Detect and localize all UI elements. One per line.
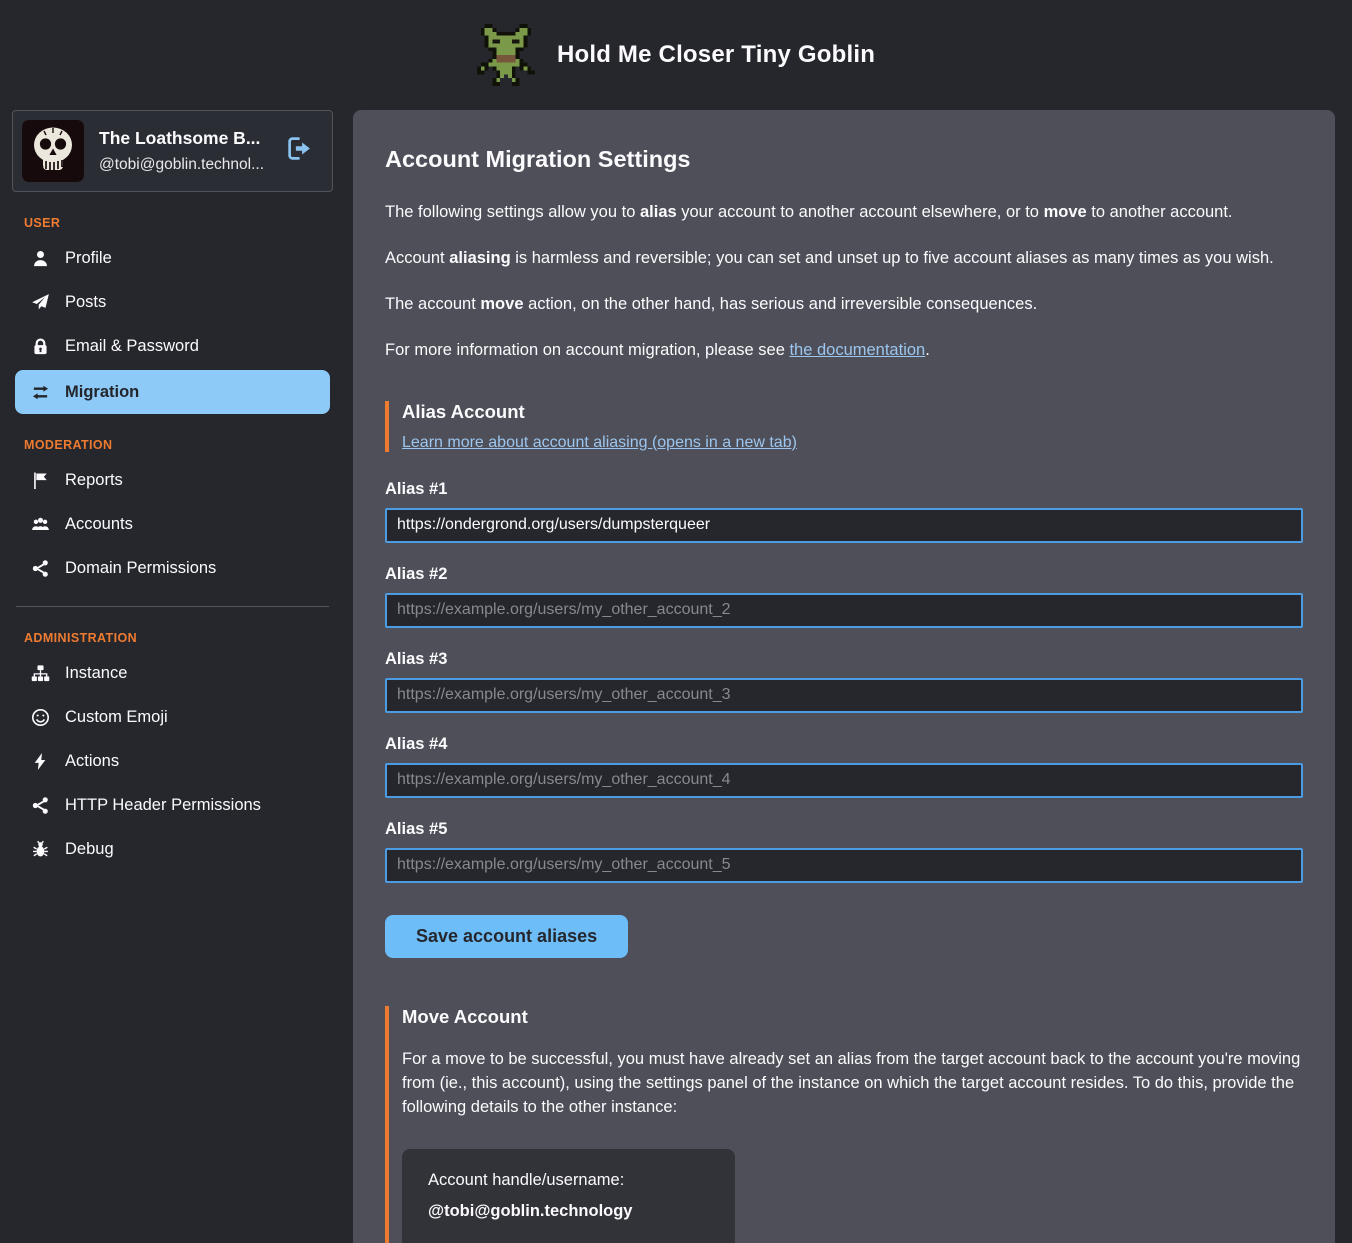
profile-display-name: The Loathsome B... bbox=[99, 128, 264, 149]
nav-item-label: Accounts bbox=[65, 515, 133, 534]
share-nodes-icon bbox=[30, 795, 50, 815]
app-title: Hold Me Closer Tiny Goblin bbox=[557, 41, 875, 69]
skull-avatar bbox=[22, 120, 84, 182]
bug-icon bbox=[30, 839, 50, 859]
sidebar-item-debug[interactable]: Debug bbox=[0, 827, 345, 871]
goblin-logo-icon bbox=[477, 24, 535, 86]
nav-item-label: Reports bbox=[65, 471, 123, 490]
nav-item-label: Debug bbox=[65, 840, 114, 859]
nav-item-label: Instance bbox=[65, 664, 127, 683]
nav-item-label: Domain Permissions bbox=[65, 559, 216, 578]
sidebar-item-posts[interactable]: Posts bbox=[0, 280, 345, 324]
sidebar-item-custom-emoji[interactable]: Custom Emoji bbox=[0, 695, 345, 739]
alias-label-2: Alias #2 bbox=[385, 565, 1303, 584]
intro-paragraph: For more information on account migratio… bbox=[385, 339, 1303, 363]
alias-section-heading: Alias Account bbox=[402, 401, 1303, 423]
sidebar-item-domain-permissions[interactable]: Domain Permissions bbox=[0, 546, 345, 590]
nav-section-label-moderation: MODERATION bbox=[24, 438, 345, 452]
nav-section-label-user: USER bbox=[24, 216, 345, 230]
nav-item-label: Email & Password bbox=[65, 337, 199, 356]
alias-label-4: Alias #4 bbox=[385, 735, 1303, 754]
save-aliases-button[interactable]: Save account aliases bbox=[385, 915, 628, 958]
alias-form: Alias #1 Alias #2 Alias #3 Alias #4 Alias #5 bbox=[385, 480, 1303, 883]
sidebar-item-migration[interactable]: Migration bbox=[15, 370, 330, 414]
alias-input-5[interactable] bbox=[385, 848, 1303, 883]
paper-plane-icon bbox=[30, 292, 50, 312]
alias-input-3[interactable] bbox=[385, 678, 1303, 713]
alias-input-1[interactable] bbox=[385, 508, 1303, 543]
user-icon bbox=[30, 248, 50, 268]
documentation-link[interactable]: the documentation bbox=[789, 341, 925, 359]
alias-label-3: Alias #3 bbox=[385, 650, 1303, 669]
app-header: Hold Me Closer Tiny Goblin bbox=[0, 0, 1352, 110]
nav-item-label: Migration bbox=[65, 383, 139, 402]
sidebar-item-accounts[interactable]: Accounts bbox=[0, 502, 345, 546]
nav-item-label: Profile bbox=[65, 249, 112, 268]
sidebar-item-profile[interactable]: Profile bbox=[0, 236, 345, 280]
detail-value: @tobi@goblin.technology bbox=[428, 1202, 709, 1221]
transfer-arrows-icon bbox=[30, 382, 50, 402]
flag-icon bbox=[30, 470, 50, 490]
detail-label: Account handle/username: bbox=[428, 1171, 709, 1190]
account-details-box: Account handle/username: @tobi@goblin.tec… bbox=[402, 1149, 735, 1243]
nav-item-label: HTTP Header Permissions bbox=[65, 796, 261, 815]
users-icon bbox=[30, 514, 50, 534]
alias-account-section: Alias Account Learn more about account a… bbox=[385, 401, 1303, 452]
sidebar-item-instance[interactable]: Instance bbox=[0, 651, 345, 695]
sidebar: The Loathsome B... @tobi@goblin.technol.… bbox=[0, 110, 345, 871]
share-nodes-icon bbox=[30, 558, 50, 578]
lock-icon bbox=[30, 336, 50, 356]
profile-handle: @tobi@goblin.technol... bbox=[99, 156, 264, 174]
sitemap-icon bbox=[30, 663, 50, 683]
alias-input-4[interactable] bbox=[385, 763, 1303, 798]
alias-label-1: Alias #1 bbox=[385, 480, 1303, 499]
page-title: Account Migration Settings bbox=[385, 146, 1303, 173]
nav-section-label-administration: ADMINISTRATION bbox=[24, 631, 345, 645]
intro-paragraph: Account aliasing is harmless and reversi… bbox=[385, 247, 1303, 271]
profile-card[interactable]: The Loathsome B... @tobi@goblin.technol.… bbox=[12, 110, 333, 192]
move-account-section: Move Account For a move to be successful… bbox=[385, 1006, 1303, 1243]
nav-divider bbox=[16, 606, 329, 607]
nav-item-label: Custom Emoji bbox=[65, 708, 168, 727]
intro-paragraphs: The following settings allow you to alia… bbox=[385, 201, 1303, 363]
move-section-description: For a move to be successful, you must ha… bbox=[402, 1048, 1303, 1120]
sidebar-item-http-header-permissions[interactable]: HTTP Header Permissions bbox=[0, 783, 345, 827]
alias-label-5: Alias #5 bbox=[385, 820, 1303, 839]
intro-paragraph: The account move action, on the other ha… bbox=[385, 293, 1303, 317]
alias-docs-link[interactable]: Learn more about account aliasing (opens… bbox=[402, 434, 797, 452]
nav-item-label: Actions bbox=[65, 752, 119, 771]
logout-icon[interactable] bbox=[286, 135, 313, 167]
smiley-icon bbox=[30, 707, 50, 727]
sidebar-item-actions[interactable]: Actions bbox=[0, 739, 345, 783]
bolt-icon bbox=[30, 751, 50, 771]
sidebar-nav: USER Profile Posts Email & Password Migratio… bbox=[0, 216, 345, 871]
sidebar-item-reports[interactable]: Reports bbox=[0, 458, 345, 502]
move-section-heading: Move Account bbox=[402, 1006, 1303, 1028]
sidebar-item-email-password[interactable]: Email & Password bbox=[0, 324, 345, 368]
alias-input-2[interactable] bbox=[385, 593, 1303, 628]
nav-item-label: Posts bbox=[65, 293, 106, 312]
main-panel: Account Migration Settings The following… bbox=[353, 110, 1335, 1243]
intro-paragraph: The following settings allow you to alia… bbox=[385, 201, 1303, 225]
